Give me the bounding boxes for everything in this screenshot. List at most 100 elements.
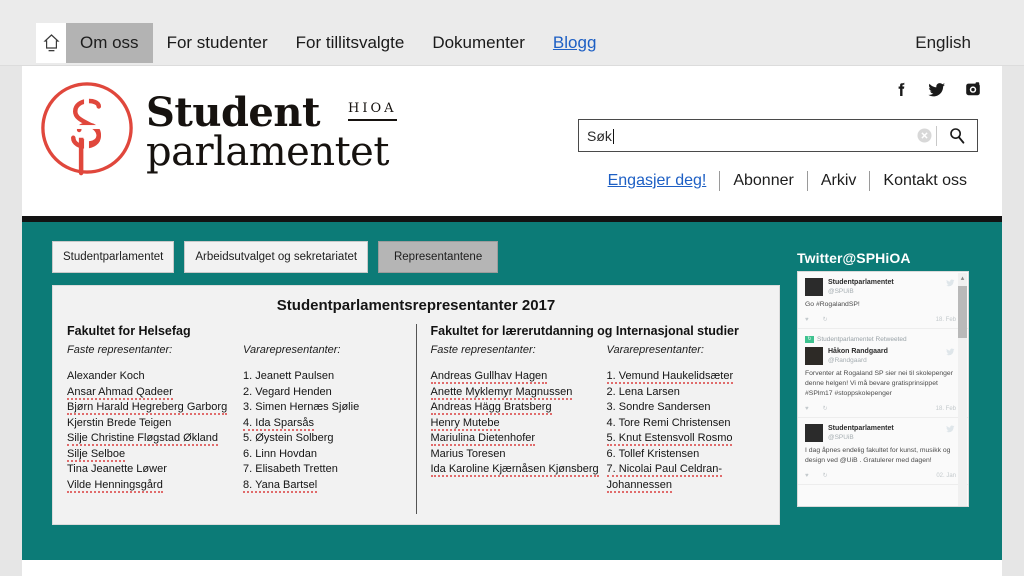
tab-representantene[interactable]: Representantene [378, 241, 499, 274]
tweet-item[interactable]: Studentparlamentet @SPUiB I dag åpnes en… [798, 418, 968, 485]
facebook-icon[interactable] [892, 80, 910, 98]
util-link-arkiv[interactable]: Arkiv [808, 172, 870, 190]
list-item: 2. Vegard Henden [243, 385, 332, 398]
retweet-label: ↻ Studentparlamentet Retweeted [805, 335, 956, 344]
tweet-author-handle: @SPUiB [828, 288, 854, 295]
tweet-item[interactable]: ↻ Studentparlamentet Retweeted Håkon Ran… [798, 329, 968, 418]
tab-label: Representantene [393, 251, 483, 263]
nav-item-om-oss[interactable]: Om oss [66, 23, 153, 63]
logo-line-parlamentet: parlamentet [146, 129, 389, 176]
twitter-icon [946, 425, 955, 433]
page-content: Student parlamentet HIOA Søk Engasjer de… [22, 66, 1002, 576]
section-tabs: Studentparlamentet Arbeidsutvalget og se… [52, 241, 499, 274]
tab-studentparlamentet[interactable]: Studentparlamentet [52, 241, 175, 274]
twitter-scrollbar-thumb[interactable] [958, 286, 967, 338]
tweet-author-handle: @SPUiB [828, 434, 854, 441]
list-item: Henry Mutebe [430, 416, 500, 431]
tweet-actions: ♥ ↻ 18. Feb [805, 316, 956, 324]
nav-item-for-tillitsvalgte[interactable]: For tillitsvalgte [282, 23, 419, 63]
tweet-body: Forventer at Rogaland SP sier nei til sk… [805, 370, 953, 397]
search-clear-button[interactable] [912, 128, 936, 143]
list-item: Silje Selboe [67, 447, 126, 462]
util-link-kontakt-oss[interactable]: Kontakt oss [870, 172, 980, 190]
search-input[interactable]: Søk [579, 128, 912, 144]
search-submit-button[interactable] [937, 126, 977, 146]
nav-item-label: For studenter [166, 33, 268, 52]
list-item: 7. Elisabeth Tretten [243, 463, 338, 475]
nav-item-label: Blogg [552, 33, 597, 52]
list-item: 8. Yana Bartsel [243, 478, 318, 493]
util-link-abonner[interactable]: Abonner [720, 172, 807, 190]
tweet-actions: ♥ ↻ 18. Feb [805, 405, 956, 413]
list-item: Andreas Gullhav Hagen [430, 370, 548, 384]
twitter-widget-title: Twitter@SPHiOA [797, 250, 911, 266]
like-icon[interactable]: ♥ [805, 406, 809, 412]
list-item: 3. Simen Hernæs Sjølie [243, 401, 360, 413]
twitter-icon [946, 279, 955, 287]
nav-item-label: For tillitsvalgte [295, 33, 405, 52]
faste-list-helsefag: Faste representanter: Alexander Koch Ans… [67, 344, 243, 493]
vara-list-helsefag: Vararepresentanter: 1. Jeanett Paulsen 2… [243, 344, 405, 493]
text-caret [612, 128, 614, 144]
retweet-icon[interactable]: ↻ [823, 405, 828, 412]
tweet-date: 18. Feb [935, 316, 956, 323]
list-item: Kjerstin Brede Teigen [67, 416, 172, 429]
logo-hioa-suffix: HIOA [348, 101, 397, 121]
retweet-icon[interactable]: ↻ [823, 316, 828, 323]
list-item: 1. Vemund Haukelidsæter [606, 370, 734, 384]
like-icon[interactable]: ♥ [805, 317, 809, 323]
list-item: 2. Lena Larsen [606, 385, 680, 398]
list-item: Ansar Ahmad Qadeer [67, 385, 173, 400]
site-logo[interactable]: Student parlamentet HIOA [38, 79, 397, 177]
list-item: 6. Linn Hovdan [243, 447, 318, 460]
list-item: 5. Øystein Solberg [243, 432, 334, 444]
search-input-value: Søk [587, 127, 612, 144]
tweet-author-name: Studentparlamentet [828, 425, 894, 432]
retweet-icon[interactable]: ↻ [823, 472, 828, 479]
faculty-columns: Fakultet for Helsefag Faste representant… [53, 316, 779, 514]
list-item: Mariulina Dietenhofer [430, 432, 536, 446]
site-header: Student parlamentet HIOA Søk Engasjer de… [22, 66, 1002, 216]
tweet-date: 18. Feb [935, 405, 956, 412]
language-switch-english[interactable]: English [915, 33, 971, 53]
nav-item-for-studenter[interactable]: For studenter [153, 23, 282, 63]
tweet-body: Go #RogalandSP! [805, 301, 860, 308]
nav-item-dokumenter[interactable]: Dokumenter [418, 23, 539, 63]
home-button[interactable] [36, 23, 66, 63]
search-bar[interactable]: Søk [578, 119, 978, 152]
retweet-label-text: Studentparlamentet Retweeted [817, 336, 907, 343]
home-icon [42, 34, 60, 52]
scroll-up-arrow-icon[interactable]: ▴ [958, 274, 967, 283]
util-link-engasjer-deg[interactable]: Engasjer deg! [595, 172, 720, 190]
list-item: Vilde Henningsgård [67, 478, 163, 493]
tab-arbeidsutvalget-og-sekretariatet[interactable]: Arbeidsutvalget og sekretariatet [184, 241, 369, 274]
tweet-item[interactable]: Studentparlamentet @SPUiB Go #RogalandSP… [798, 272, 968, 329]
faculty-title: Fakultet for Helsefag [67, 324, 191, 338]
nav-item-label: Dokumenter [432, 33, 525, 52]
nav-item-blogg[interactable]: Blogg [539, 23, 610, 63]
magnifier-icon [950, 127, 965, 144]
tab-label: Studentparlamentet [63, 251, 164, 263]
faculty-column-laererutdanning: Fakultet for lærerutdanning og Internasj… [415, 324, 780, 514]
avatar [805, 424, 823, 442]
instagram-icon[interactable] [964, 80, 982, 98]
faste-label: Faste representanter: [67, 344, 173, 356]
list-item: Anette Myklemyr Magnussen [430, 385, 573, 400]
twitter-feed[interactable]: Studentparlamentet @SPUiB Go #RogalandSP… [797, 271, 969, 507]
twitter-icon[interactable] [928, 80, 946, 98]
avatar [805, 347, 823, 365]
list-item: 1. Jeanett Paulsen [243, 370, 335, 382]
faculty-title: Fakultet for lærerutdanning og Internasj… [430, 324, 739, 338]
list-item: Ida Karoline Kjærnåsen Kjønsberg [430, 463, 599, 477]
retweet-badge-icon: ↻ [805, 336, 814, 343]
like-icon[interactable]: ♥ [805, 473, 809, 479]
tweet-author-name: Håkon Randgaard [828, 348, 888, 355]
tweet-body: I dag åpnes endelig fakultet for kunst, … [805, 447, 951, 464]
studentparlamentet-logo-icon [41, 82, 133, 176]
list-item: Silje Christine Fløgstad Økland [67, 432, 219, 446]
logo-wordmark: Student parlamentet HIOA [146, 79, 397, 176]
browser-viewport: Om oss For studenter For tillitsvalgte D… [0, 0, 1024, 576]
tweet-author-handle: @Randgaard [828, 357, 867, 364]
list-item: Marius Toresen [430, 447, 506, 460]
tweet-actions: ♥ ↻ 02. Jan [805, 472, 956, 480]
